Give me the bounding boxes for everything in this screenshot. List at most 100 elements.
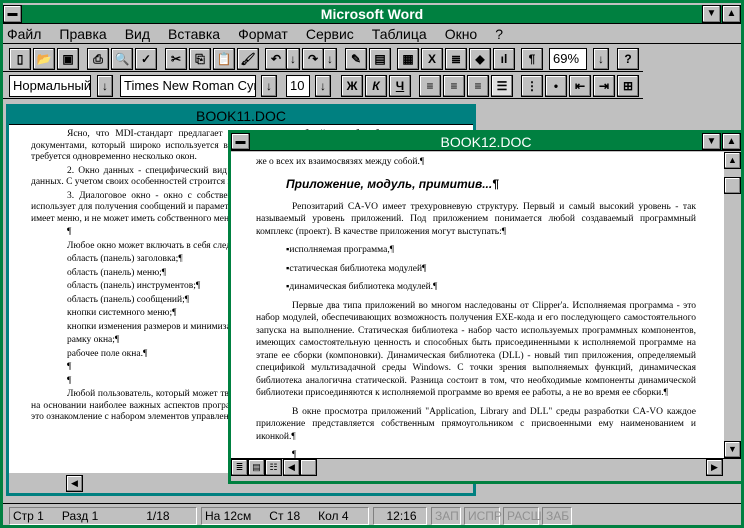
save-icon[interactable]: ▣	[57, 48, 79, 70]
redo-dropdown-icon[interactable]: ↓	[323, 48, 337, 70]
align-left-icon[interactable]: ≡	[419, 75, 441, 97]
book12-title-bar: ▬ BOOK12.DOC ▼ ▲	[231, 133, 741, 151]
standard-toolbar: ▯ 📂 ▣ ⎙ 🔍 ✓ ✂ ⎘ 📋 🖌 ↶ ↓ ↷ ↓ ✎ ▤ ▦ X ≣ ◆ …	[3, 45, 643, 72]
paragraph: же о всех их взаимосвязях между собой.¶	[256, 157, 425, 167]
status-cursor: На 12см Ст 18 Кол 4	[201, 507, 369, 525]
scroll-thumb[interactable]	[724, 177, 741, 194]
italic-button[interactable]: К	[365, 75, 387, 97]
paragraph: ¶	[292, 450, 297, 458]
menu-help[interactable]: ?	[495, 26, 503, 42]
status-time: 12:16	[373, 507, 427, 525]
mdi-workspace: BOOK11.DOC Ясно, что MDI-стандарт предла…	[3, 100, 744, 503]
new-icon[interactable]: ▯	[9, 48, 31, 70]
bullet-text: динамическая библиотека модулей.¶	[289, 282, 438, 292]
help-pointer-icon[interactable]: ?	[617, 48, 639, 70]
menu-window[interactable]: Окно	[445, 26, 478, 42]
scroll-left-icon[interactable]: ◀	[283, 459, 300, 476]
status-bar: Стр 1 Разд 1 1/18 На 12см Ст 18 Кол 4 12:16 …	[3, 503, 741, 525]
align-center-icon[interactable]: ≡	[443, 75, 465, 97]
scroll-up-icon[interactable]: ▲	[724, 152, 741, 169]
style-field[interactable]: Нормальный	[9, 75, 91, 97]
increase-indent-icon[interactable]: ⇥	[593, 75, 615, 97]
status-at: На 12см	[205, 509, 252, 523]
heading: Приложение, модуль, примитив...¶	[286, 176, 499, 191]
book12-system-menu[interactable]: ▬	[231, 133, 250, 150]
menu-bar: Файл Правка Вид Вставка Формат Сервис Таблица О…	[3, 25, 741, 44]
book12-page: же о всех их взаимосвязях между собой.¶ …	[231, 152, 724, 458]
maximize-button[interactable]: ▲	[722, 5, 741, 23]
copy-icon[interactable]: ⎘	[189, 48, 211, 70]
paragraph: В окне просмотра приложений "Application…	[256, 406, 696, 442]
autotext-icon[interactable]: ✎	[345, 48, 367, 70]
scroll-down-icon[interactable]: ▼	[724, 441, 741, 458]
hscroll-thumb[interactable]	[300, 459, 317, 476]
status-pages: 1/18	[146, 509, 170, 523]
page-layout-view-icon[interactable]: ▤	[248, 459, 265, 476]
zoom-dropdown-icon[interactable]: ↓	[593, 48, 609, 70]
status-mrk[interactable]: ИСПР	[464, 507, 502, 525]
horizontal-scrollbar[interactable]: ≣ ▤ ☷ ◀ ▶	[231, 458, 741, 476]
align-right-icon[interactable]: ≡	[467, 75, 489, 97]
columns-icon[interactable]: ≣	[445, 48, 467, 70]
numbering-icon[interactable]: ⋮	[521, 75, 543, 97]
print-preview-icon[interactable]: 🔍	[111, 48, 133, 70]
print-icon[interactable]: ⎙	[87, 48, 109, 70]
underline-button[interactable]: Ч	[389, 75, 411, 97]
format-painter-icon[interactable]: 🖌	[237, 48, 259, 70]
bullet-item: ▪статическая библиотека модулей¶	[286, 263, 427, 274]
menu-view[interactable]: Вид	[125, 26, 150, 42]
cut-icon[interactable]: ✂	[165, 48, 187, 70]
outline-view-icon[interactable]: ☷	[265, 459, 282, 476]
bullet-text: статическая библиотека модулей¶	[289, 263, 427, 274]
status-position: Стр 1 Разд 1 1/18	[9, 507, 197, 525]
book12-maximize-button[interactable]: ▲	[722, 133, 741, 150]
borders-icon[interactable]: ⊞	[617, 75, 639, 97]
book11-scroll-left-icon[interactable]: ◀	[66, 475, 83, 492]
spelling-icon[interactable]: ✓	[135, 48, 157, 70]
system-menu-button[interactable]: ▬	[3, 5, 22, 23]
open-icon[interactable]: 📂	[33, 48, 55, 70]
bullet-item: ▪динамическая библиотека модулей.¶	[286, 282, 438, 292]
menu-tools[interactable]: Сервис	[306, 26, 354, 42]
chart-icon[interactable]: ıl	[493, 48, 515, 70]
undo-dropdown-icon[interactable]: ↓	[286, 48, 300, 70]
zoom-field[interactable]: 69%	[549, 48, 587, 70]
status-ovr[interactable]: ЗАБ	[542, 507, 572, 525]
book12-title: BOOK12.DOC	[440, 134, 532, 150]
book12-window: ▬ BOOK12.DOC ▼ ▲ же о всех их взаимосвяз…	[228, 130, 744, 484]
status-ext[interactable]: РАСШ	[503, 507, 542, 525]
vertical-scrollbar[interactable]: ▲ ▼	[724, 152, 741, 458]
minimize-button[interactable]: ▼	[702, 5, 721, 23]
justify-icon[interactable]: ☰	[491, 75, 513, 97]
font-size-field[interactable]: 10	[286, 75, 310, 97]
menu-format[interactable]: Формат	[238, 26, 288, 42]
paragraph: Первые два типа приложений во многом нас…	[256, 300, 696, 399]
status-rec[interactable]: ЗАП	[431, 507, 461, 525]
status-section: Разд 1	[61, 509, 99, 523]
normal-view-icon[interactable]: ≣	[231, 459, 248, 476]
font-field[interactable]: Times New Roman Cyr	[120, 75, 256, 97]
size-dropdown-icon[interactable]: ↓	[315, 75, 331, 97]
decrease-indent-icon[interactable]: ⇤	[569, 75, 591, 97]
scroll-right-icon[interactable]: ▶	[706, 459, 723, 476]
insert-address-icon[interactable]: ▤	[369, 48, 391, 70]
bold-button[interactable]: Ж	[341, 75, 363, 97]
paste-icon[interactable]: 📋	[213, 48, 235, 70]
menu-table[interactable]: Таблица	[372, 26, 427, 42]
redo-icon[interactable]: ↷	[302, 48, 324, 70]
undo-icon[interactable]: ↶	[265, 48, 287, 70]
book12-minimize-button[interactable]: ▼	[702, 133, 721, 150]
show-formatting-button[interactable]: ¶	[521, 48, 543, 70]
menu-insert[interactable]: Вставка	[168, 26, 220, 42]
menu-edit[interactable]: Правка	[59, 26, 106, 42]
bullets-icon[interactable]: •	[545, 75, 567, 97]
insert-excel-icon[interactable]: X	[421, 48, 443, 70]
style-dropdown-icon[interactable]: ↓	[97, 75, 113, 97]
bullet-item: ▪исполняемая программа,¶	[286, 245, 395, 255]
insert-table-icon[interactable]: ▦	[397, 48, 419, 70]
font-dropdown-icon[interactable]: ↓	[261, 75, 277, 97]
paragraph: Репозитарий CA-VO имеет трехуровневую ст…	[256, 201, 696, 237]
drawing-icon[interactable]: ◆	[469, 48, 491, 70]
menu-file[interactable]: Файл	[7, 26, 41, 42]
status-col: Кол 4	[318, 509, 349, 523]
